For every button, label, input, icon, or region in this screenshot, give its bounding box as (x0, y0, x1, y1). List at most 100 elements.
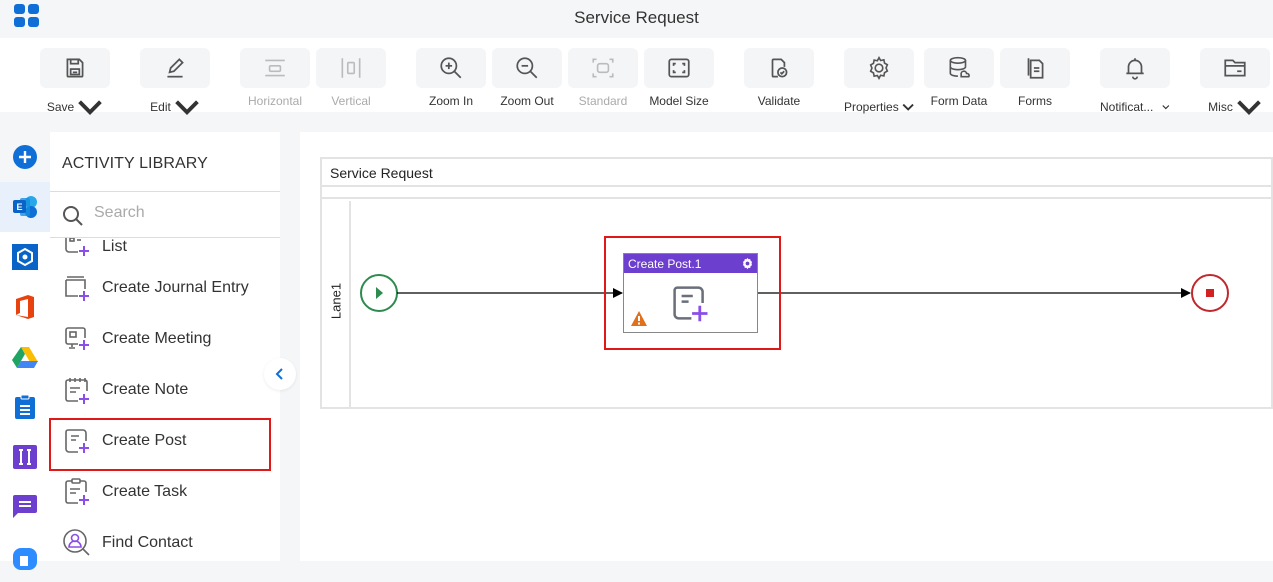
horizontal-button[interactable]: Horizontal (240, 48, 310, 108)
create-list-icon (65, 238, 89, 256)
activity-list: List Create Journal Entry Create Meeting… (50, 238, 280, 561)
save-label: Save (46, 100, 75, 114)
video-icon (13, 548, 37, 570)
title-bar: Service Request (0, 0, 1273, 38)
notifications-label: Notificat... (1100, 100, 1154, 114)
warning-icon[interactable] (630, 310, 648, 327)
forms-icon (1027, 58, 1044, 79)
zoom-in-button[interactable]: Zoom In (416, 48, 486, 108)
misc-label: Misc (1208, 100, 1233, 114)
page-title: Service Request (574, 8, 699, 27)
fit-screen-icon (668, 58, 690, 78)
rail-item-clipboard[interactable] (0, 382, 50, 432)
standard-size-icon (592, 58, 614, 78)
zoom-out-icon (516, 57, 538, 79)
hexagon-app-icon (12, 244, 38, 270)
horizontal-layout-icon (265, 59, 285, 77)
notifications-button[interactable]: Notificat... (1100, 48, 1170, 120)
rail-item-video[interactable] (0, 532, 50, 582)
rail-item-google-drive[interactable] (0, 332, 50, 382)
list-item[interactable]: Find Contact (50, 518, 280, 561)
toolbar: Save Edit Horizontal Vertical Zoom In Zo… (0, 38, 1273, 115)
collapse-library-button[interactable] (264, 358, 296, 390)
pool-header: Service Request (322, 159, 1271, 187)
edit-label: Edit (150, 100, 171, 114)
i-beam-icon (13, 445, 37, 469)
zoom-out-button[interactable]: Zoom Out (492, 48, 562, 108)
list-item-label: Create Post (102, 432, 187, 449)
standard-label: Standard (578, 94, 628, 108)
rail-item-chat[interactable] (0, 482, 50, 532)
list-item-label: Create Note (102, 381, 189, 398)
validate-button[interactable]: Validate (744, 48, 814, 108)
gear-icon (869, 56, 889, 80)
validate-label: Validate (757, 94, 801, 108)
lane-label: Lane1 (328, 282, 344, 320)
exchange-icon: E (13, 196, 37, 218)
create-post-task[interactable]: Create Post.1 (623, 253, 758, 333)
list-item[interactable]: Create Note (50, 365, 280, 415)
list-item-label: List (102, 238, 127, 255)
list-item-label: Create Meeting (102, 330, 212, 347)
meeting-icon (65, 327, 89, 350)
rail-item-azure[interactable] (0, 232, 50, 282)
list-item[interactable]: Create Task (50, 467, 280, 517)
lane-header[interactable]: Lane1 (322, 201, 351, 409)
search-input[interactable] (94, 204, 264, 222)
validate-icon (771, 58, 788, 78)
chevron-down-icon (1162, 105, 1170, 110)
vertical-button[interactable]: Vertical (316, 48, 386, 108)
misc-button[interactable]: Misc (1200, 48, 1270, 120)
bell-icon (1126, 58, 1144, 80)
task-icon (65, 478, 89, 505)
chevron-down-icon (175, 100, 199, 115)
list-item[interactable]: Create Meeting (50, 314, 280, 364)
forms-label: Forms (1018, 94, 1052, 108)
chevron-down-icon (78, 100, 102, 115)
folder-icon (1224, 59, 1246, 77)
search-icon (63, 206, 83, 226)
find-contact-icon (63, 529, 90, 556)
post-icon (673, 286, 708, 322)
vertical-layout-icon (341, 58, 361, 78)
library-search (50, 192, 280, 237)
svg-text:E: E (16, 202, 22, 212)
horizontal-label: Horizontal (247, 94, 303, 108)
save-icon (66, 58, 84, 78)
chevron-down-icon (902, 103, 914, 111)
gear-icon[interactable] (741, 257, 754, 270)
properties-button[interactable]: Properties (844, 48, 914, 120)
form-data-label: Form Data (930, 94, 988, 108)
rail-item-add[interactable] (0, 132, 50, 182)
task-title: Create Post.1 (628, 257, 702, 271)
add-circle-icon (13, 145, 37, 169)
chevron-down-icon (1237, 100, 1261, 115)
save-button[interactable]: Save (40, 48, 110, 120)
standard-button[interactable]: Standard (568, 48, 638, 108)
forms-button[interactable]: Forms (1000, 48, 1070, 108)
office-icon (16, 295, 34, 319)
list-item-create-post[interactable]: Create Post (50, 416, 280, 466)
zoom-in-icon (440, 57, 462, 79)
pool[interactable]: Service Request Lane1 (320, 157, 1273, 409)
pool-title: Service Request (330, 165, 433, 181)
list-item-label: Find Contact (102, 534, 193, 551)
rail-item-exchange[interactable]: E (0, 182, 50, 232)
task-header: Create Post.1 (624, 254, 757, 273)
model-size-button[interactable]: Model Size (644, 48, 714, 108)
form-data-button[interactable]: Form Data (924, 48, 994, 108)
list-item-label: Create Journal Entry (102, 279, 249, 296)
pencil-icon (167, 58, 184, 78)
edit-button[interactable]: Edit (140, 48, 210, 120)
journal-entry-icon (65, 276, 89, 301)
list-item-label: Create Task (102, 483, 188, 500)
chevron-left-icon (275, 368, 283, 380)
rail-item-office[interactable] (0, 282, 50, 332)
vertical-label: Vertical (331, 94, 371, 108)
rail-item-integration[interactable] (0, 432, 50, 482)
library-title: ACTIVITY LIBRARY (62, 155, 208, 172)
google-drive-icon (12, 346, 38, 368)
zoom-out-label: Zoom Out (500, 94, 554, 108)
properties-label: Properties (844, 100, 899, 114)
list-item[interactable]: Create Journal Entry (50, 263, 280, 313)
